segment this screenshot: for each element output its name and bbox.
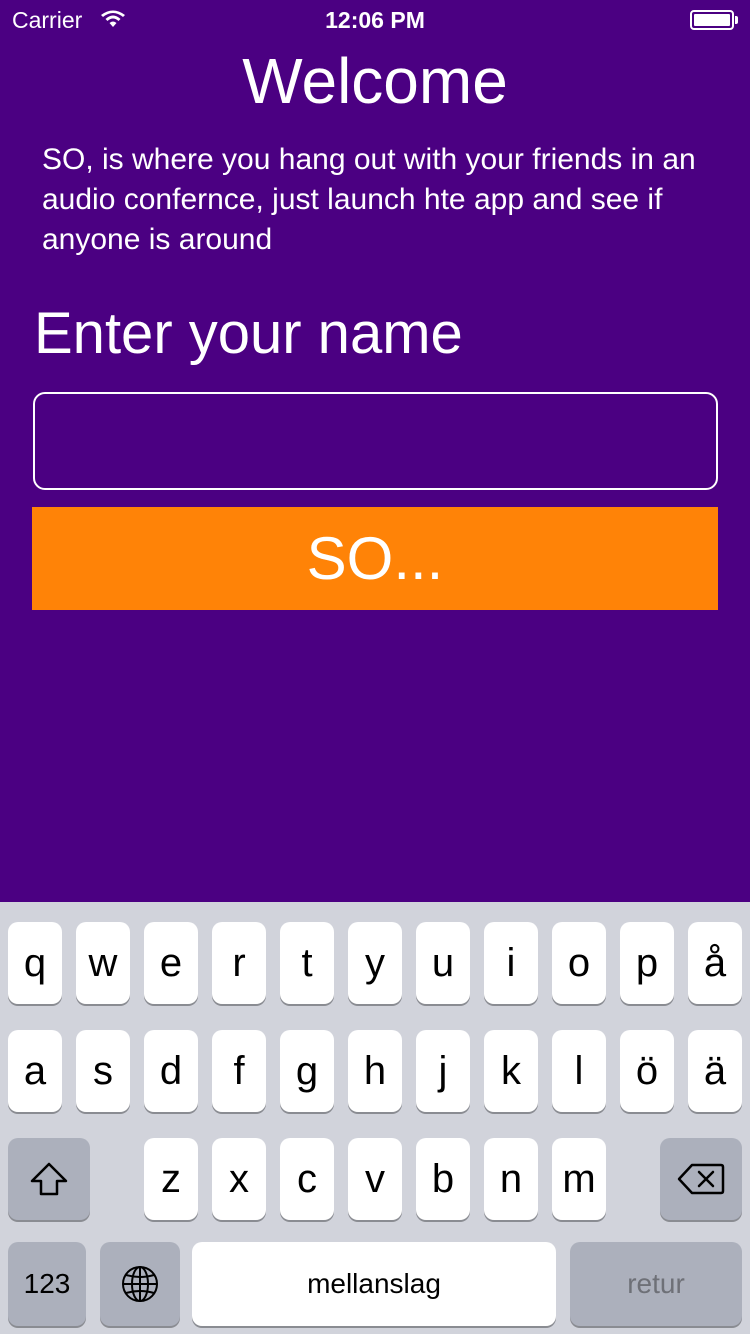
key-l[interactable]: l [552, 1030, 606, 1112]
key-p[interactable]: p [620, 922, 674, 1004]
page-title: Welcome [242, 45, 508, 117]
key-a-umlaut[interactable]: ä [688, 1030, 742, 1112]
shift-icon [30, 1162, 68, 1196]
key-n[interactable]: n [484, 1138, 538, 1220]
status-time: 12:06 PM [325, 7, 425, 33]
key-t[interactable]: t [280, 922, 334, 1004]
keyboard: q w e r t y u i o p å a s d f g h j k l … [0, 902, 750, 1334]
key-k[interactable]: k [484, 1030, 538, 1112]
backspace-icon [677, 1163, 725, 1195]
key-i[interactable]: i [484, 922, 538, 1004]
key-c[interactable]: c [280, 1138, 334, 1220]
globe-key[interactable] [100, 1242, 180, 1326]
key-o[interactable]: o [552, 922, 606, 1004]
battery-icon [690, 10, 738, 30]
key-f[interactable]: f [212, 1030, 266, 1112]
key-g[interactable]: g [280, 1030, 334, 1112]
key-a[interactable]: a [8, 1030, 62, 1112]
so-button[interactable]: SO... [32, 507, 718, 610]
key-r[interactable]: r [212, 922, 266, 1004]
key-m[interactable]: m [552, 1138, 606, 1220]
key-h[interactable]: h [348, 1030, 402, 1112]
name-label: Enter your name [34, 301, 463, 366]
key-e[interactable]: e [144, 922, 198, 1004]
status-bar: Carrier 12:06 PM [0, 0, 750, 40]
key-b[interactable]: b [416, 1138, 470, 1220]
key-d[interactable]: d [144, 1030, 198, 1112]
key-y[interactable]: y [348, 922, 402, 1004]
app-description: SO, is where you hang out with your frie… [42, 143, 696, 256]
key-z[interactable]: z [144, 1138, 198, 1220]
space-key[interactable]: mellanslag [192, 1242, 556, 1326]
numbers-key[interactable]: 123 [8, 1242, 86, 1326]
return-key[interactable]: retur [570, 1242, 742, 1326]
key-j[interactable]: j [416, 1030, 470, 1112]
shift-key[interactable] [8, 1138, 90, 1220]
key-x[interactable]: x [212, 1138, 266, 1220]
key-w[interactable]: w [76, 922, 130, 1004]
key-q[interactable]: q [8, 922, 62, 1004]
key-v[interactable]: v [348, 1138, 402, 1220]
key-s[interactable]: s [76, 1030, 130, 1112]
key-o-umlaut[interactable]: ö [620, 1030, 674, 1112]
key-u[interactable]: u [416, 922, 470, 1004]
globe-icon [122, 1266, 158, 1302]
backspace-key[interactable] [660, 1138, 742, 1220]
key-a-ring[interactable]: å [688, 922, 742, 1004]
name-input[interactable] [33, 392, 718, 490]
